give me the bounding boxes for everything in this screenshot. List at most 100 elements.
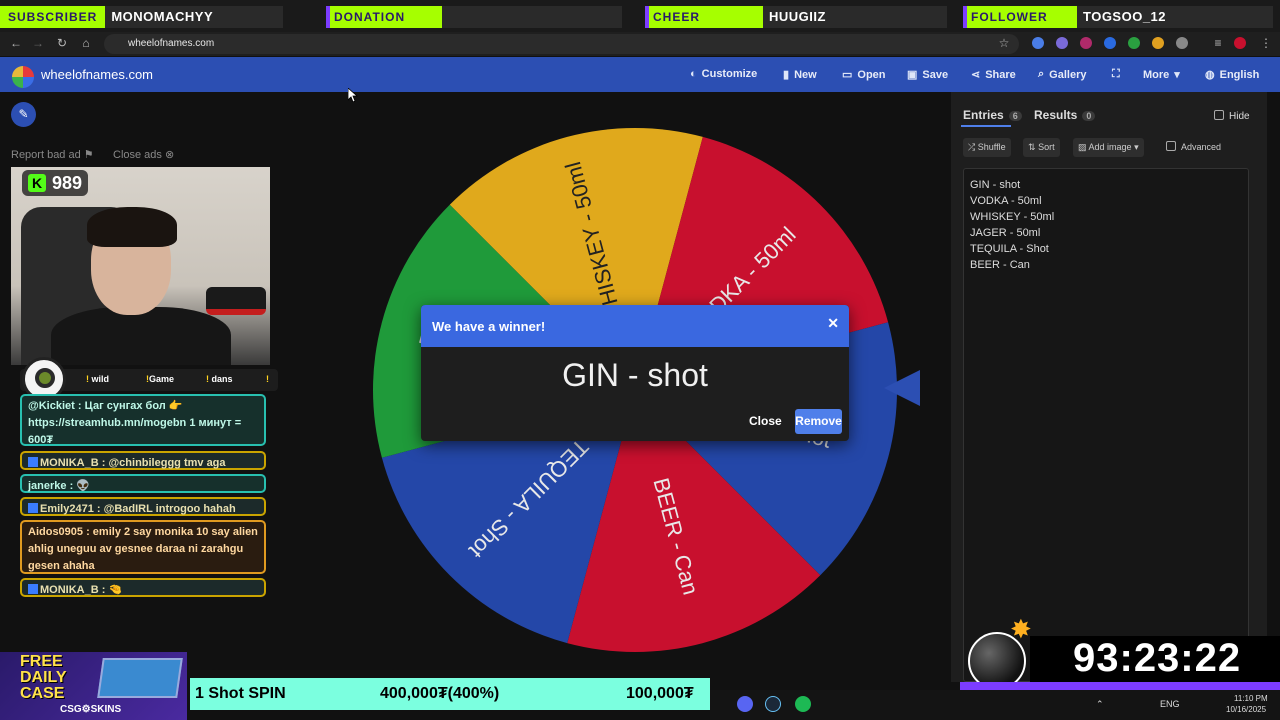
close-ads-link[interactable]: Close ads ⊗ bbox=[113, 148, 174, 161]
extension-icon[interactable] bbox=[1032, 37, 1044, 49]
case-box-icon bbox=[97, 658, 183, 698]
chat-text: MONIKA_B : 🤏 bbox=[40, 584, 123, 596]
chat-message: MONIKA_B : @chinbileggg tmv aga bbox=[20, 451, 266, 470]
gallery-button[interactable]: ⌕ Gallery bbox=[1038, 68, 1086, 81]
address-bar[interactable]: wheelofnames.com bbox=[104, 34, 1019, 54]
winner-name: GIN - shot bbox=[562, 357, 708, 393]
badge-icon bbox=[28, 457, 38, 467]
new-button[interactable]: ▮ New bbox=[783, 68, 817, 82]
advanced-checkbox[interactable]: Advanced bbox=[1161, 138, 1226, 157]
extension-icon[interactable] bbox=[1056, 37, 1068, 49]
sort-button[interactable]: ⇅ Sort bbox=[1023, 138, 1060, 157]
edit-pencil-button[interactable]: ✎ bbox=[11, 102, 36, 127]
chevron-up-icon[interactable]: ⌃ bbox=[1096, 699, 1104, 710]
reload-icon[interactable]: ↻ bbox=[52, 36, 72, 50]
close-icon[interactable]: ✕ bbox=[827, 315, 839, 332]
mouse-cursor-icon bbox=[348, 88, 358, 102]
palette-icon: ◐ bbox=[690, 68, 697, 80]
extension-icon[interactable] bbox=[1104, 37, 1116, 49]
stream-alert-bar: SUBSCRIBER MONOMACHYY DONATION CHEER HUU… bbox=[0, 0, 1280, 32]
share-label: Share bbox=[985, 68, 1016, 81]
language-button[interactable]: ◍ English bbox=[1205, 68, 1259, 82]
hide-checkbox[interactable]: Hide bbox=[1214, 110, 1250, 122]
save-label: Save bbox=[922, 68, 949, 81]
fullscreen-button[interactable]: ⛶ bbox=[1112, 68, 1120, 81]
folder-icon: ▭ bbox=[842, 69, 853, 81]
pencil-icon: ✎ bbox=[18, 107, 29, 121]
share-button[interactable]: ⋖ Share bbox=[971, 68, 1016, 82]
chevron-down-icon: ▾ bbox=[1134, 142, 1139, 152]
shuffle-icon: ⤮ bbox=[968, 142, 976, 152]
tab-entries-label: Entries bbox=[963, 108, 1004, 122]
wheel-logo-icon[interactable] bbox=[12, 66, 34, 88]
countdown-bar bbox=[960, 682, 1280, 690]
chevron-down-icon: ▾ bbox=[1174, 69, 1180, 81]
save-button[interactable]: ▣ Save bbox=[907, 68, 949, 82]
checkbox-icon bbox=[1166, 141, 1176, 151]
entry-line: VODKA - 50ml bbox=[970, 195, 1042, 207]
customize-button[interactable]: ◐ Customize bbox=[690, 68, 757, 80]
menu-lines-icon[interactable]: ≡ bbox=[1208, 36, 1228, 50]
close-circle-icon: ⊗ bbox=[164, 149, 175, 161]
more-button[interactable]: More ▾ bbox=[1143, 68, 1180, 82]
alert-name: TOGSOO_12 bbox=[1077, 6, 1273, 28]
home-icon[interactable]: ⌂ bbox=[76, 36, 96, 50]
add-image-label: Add image bbox=[1088, 142, 1132, 152]
alert-tag: CHEER bbox=[645, 6, 763, 28]
chat-text: Emily2471 : @BadIRL introgoo hahah bbox=[40, 503, 236, 515]
back-icon[interactable]: ← bbox=[6, 36, 26, 50]
viewer-count: 989 bbox=[52, 172, 83, 193]
url-text: wheelofnames.com bbox=[128, 38, 215, 49]
steam-icon[interactable] bbox=[765, 696, 781, 712]
bookmark-star-icon[interactable]: ☆ bbox=[994, 36, 1014, 50]
fuse-spark-icon: ✸ bbox=[1010, 614, 1032, 644]
kebab-menu-icon[interactable]: ⋮ bbox=[1256, 36, 1276, 50]
entries-textarea[interactable]: GIN - shot VODKA - 50ml WHISKEY - 50ml J… bbox=[963, 168, 1249, 682]
language-indicator[interactable]: ENG bbox=[1160, 699, 1180, 709]
advanced-label: Advanced bbox=[1181, 142, 1222, 152]
checkbox-icon bbox=[1214, 110, 1224, 120]
command-label: wild bbox=[91, 374, 110, 384]
gallery-label: Gallery bbox=[1049, 68, 1087, 81]
forward-icon[interactable]: → bbox=[28, 36, 48, 50]
command-wild: ! wild bbox=[86, 374, 110, 384]
site-navbar: wheelofnames.com ◐ Customize ▮ New ▭ Open ▣… bbox=[0, 57, 1280, 92]
tab-results[interactable]: Results 0 bbox=[1034, 108, 1096, 122]
close-button[interactable]: Close bbox=[749, 414, 782, 428]
chat-text: Aidos0905 : emily 2 say monika 10 say al… bbox=[28, 526, 258, 572]
cheer-alert: CHEER HUUGIIZ bbox=[645, 6, 947, 28]
chat-text: MONIKA_B : @chinbileggg tmv aga bbox=[40, 457, 226, 469]
extension-icon[interactable] bbox=[1152, 37, 1164, 49]
image-icon: ▨ bbox=[1078, 142, 1087, 152]
add-image-button[interactable]: ▨ Add image ▾ bbox=[1073, 138, 1144, 157]
share-icon: ⋖ bbox=[971, 69, 981, 81]
clock-date[interactable]: 10/16/2025 bbox=[1226, 705, 1266, 714]
spin-amount: 400,000₮(400%) bbox=[380, 685, 500, 702]
badge-icon bbox=[28, 584, 38, 594]
donation-alert: DONATION bbox=[326, 6, 622, 28]
report-bad-ad-link[interactable]: Report bad ad ⚑ bbox=[11, 148, 94, 161]
spotify-icon[interactable] bbox=[795, 696, 811, 712]
follower-alert: FOLLOWER TOGSOO_12 bbox=[963, 6, 1273, 28]
shuffle-button[interactable]: ⤮ Shuffle bbox=[963, 138, 1011, 157]
alert-accent bbox=[645, 6, 649, 28]
download-icon[interactable] bbox=[1128, 37, 1140, 49]
report-bad-ad-label: Report bad ad bbox=[11, 149, 81, 161]
open-button[interactable]: ▭ Open bbox=[842, 68, 886, 82]
streamer-body bbox=[51, 307, 231, 365]
profile-avatar[interactable] bbox=[1234, 37, 1246, 49]
clock-time[interactable]: 11:10 PM bbox=[1234, 694, 1268, 703]
discord-icon[interactable] bbox=[737, 696, 753, 712]
promo-headline: FREE DAILY CASE bbox=[20, 654, 67, 702]
extension-icon[interactable] bbox=[1080, 37, 1092, 49]
site-name[interactable]: wheelofnames.com bbox=[41, 67, 153, 82]
tab-entries[interactable]: Entries 6 bbox=[963, 108, 1022, 122]
webcam-feed bbox=[11, 167, 270, 365]
remove-button[interactable]: Remove bbox=[795, 409, 842, 434]
flag-icon: ⚑ bbox=[83, 149, 94, 161]
new-label: New bbox=[794, 68, 817, 81]
alert-accent bbox=[963, 6, 967, 28]
globe-icon: ◍ bbox=[1205, 69, 1215, 81]
entries-panel: Entries 6 Results 0 Hide ⤮ Shuffle ⇅ Sort … bbox=[951, 92, 1267, 682]
extensions-puzzle-icon[interactable] bbox=[1176, 37, 1188, 49]
